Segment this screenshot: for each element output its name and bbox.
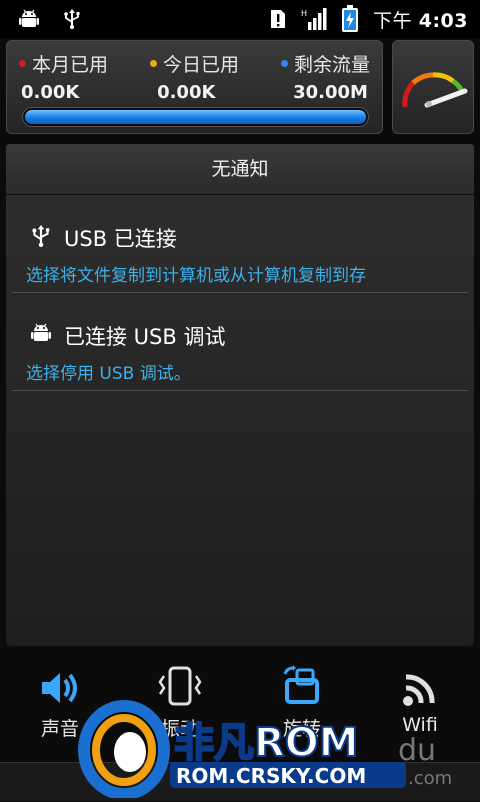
watermark-brand: 非凡ROM [174, 720, 359, 766]
monthly-used-label: 本月已用 [19, 50, 108, 77]
daily-used-label: 今日已用 [149, 50, 239, 77]
watermark-suffix: du [398, 733, 436, 768]
notification-usb-connected[interactable]: USB 已连接 选择将文件复制到计算机或从计算机复制到存 [12, 195, 468, 293]
svg-text:H: H [301, 9, 307, 18]
orange-dot-icon [149, 60, 157, 67]
notification-usb-debugging[interactable]: 已连接 USB 调试 选择停用 USB 调试。 [12, 293, 468, 391]
no-notifications-header: 无通知 [6, 144, 474, 195]
usb-icon [62, 8, 82, 30]
remaining-progress-bar [22, 107, 369, 127]
notification-description: 选择将文件复制到计算机或从计算机复制到存 [26, 266, 366, 286]
watermark-suffix-2: .com [408, 768, 452, 789]
android-icon [18, 8, 40, 30]
status-bar: H 下午 4:03 [0, 0, 480, 38]
android-icon [30, 321, 52, 349]
clock: 下午 4:03 [373, 9, 468, 32]
monthly-used-value: 0.00K [21, 82, 80, 103]
remaining-value: 30.00M [293, 82, 368, 103]
notification-title: USB 已连接 [64, 227, 177, 251]
notification-description: 选择停用 USB 调试。 [26, 364, 191, 384]
notification-title: 已连接 USB 调试 [64, 325, 226, 349]
daily-used-value: 0.00K [157, 82, 216, 103]
usb-icon [30, 223, 52, 253]
progress-fill [25, 110, 366, 124]
speedometer-icon [402, 72, 468, 108]
battery-charging-icon [341, 5, 359, 33]
notification-panel: 无通知 USB 已连接 选择将文件复制到计算机或从计算机复制到存 已连接 USB… [6, 144, 474, 646]
data-traffic-panel[interactable]: 本月已用 今日已用 剩余流量 0.00K 0.00K 30.00M [6, 40, 383, 134]
blue-dot-icon [280, 60, 288, 67]
signal-icon: H [301, 7, 327, 31]
watermark-logo: 非凡ROM ROM.CRSKY.COM du .com [78, 694, 458, 800]
remaining-label: 剩余流量 [280, 50, 370, 77]
sim-alert-icon [269, 8, 287, 30]
red-dot-icon [19, 60, 26, 67]
watermark-url: ROM.CRSKY.COM [176, 764, 366, 788]
traffic-monitor-button[interactable] [392, 40, 474, 134]
